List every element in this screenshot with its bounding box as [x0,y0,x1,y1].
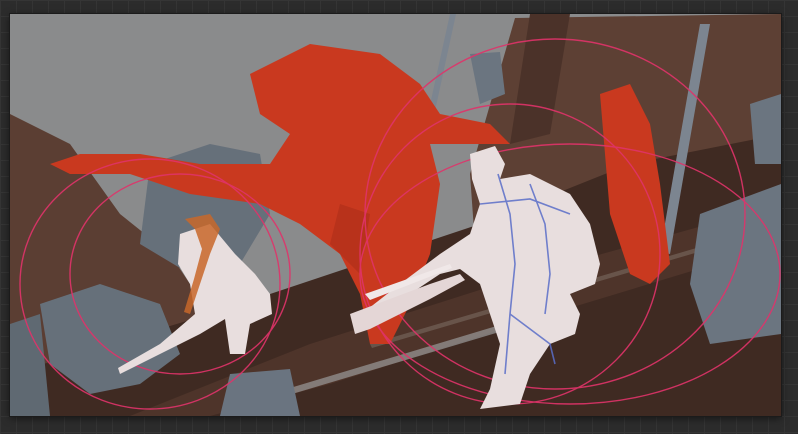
painting-canvas[interactable] [10,14,781,416]
workspace-background [0,0,798,434]
rock-bottom [220,369,300,416]
rock-right-upper [750,94,781,164]
canvas-artwork [10,14,781,416]
